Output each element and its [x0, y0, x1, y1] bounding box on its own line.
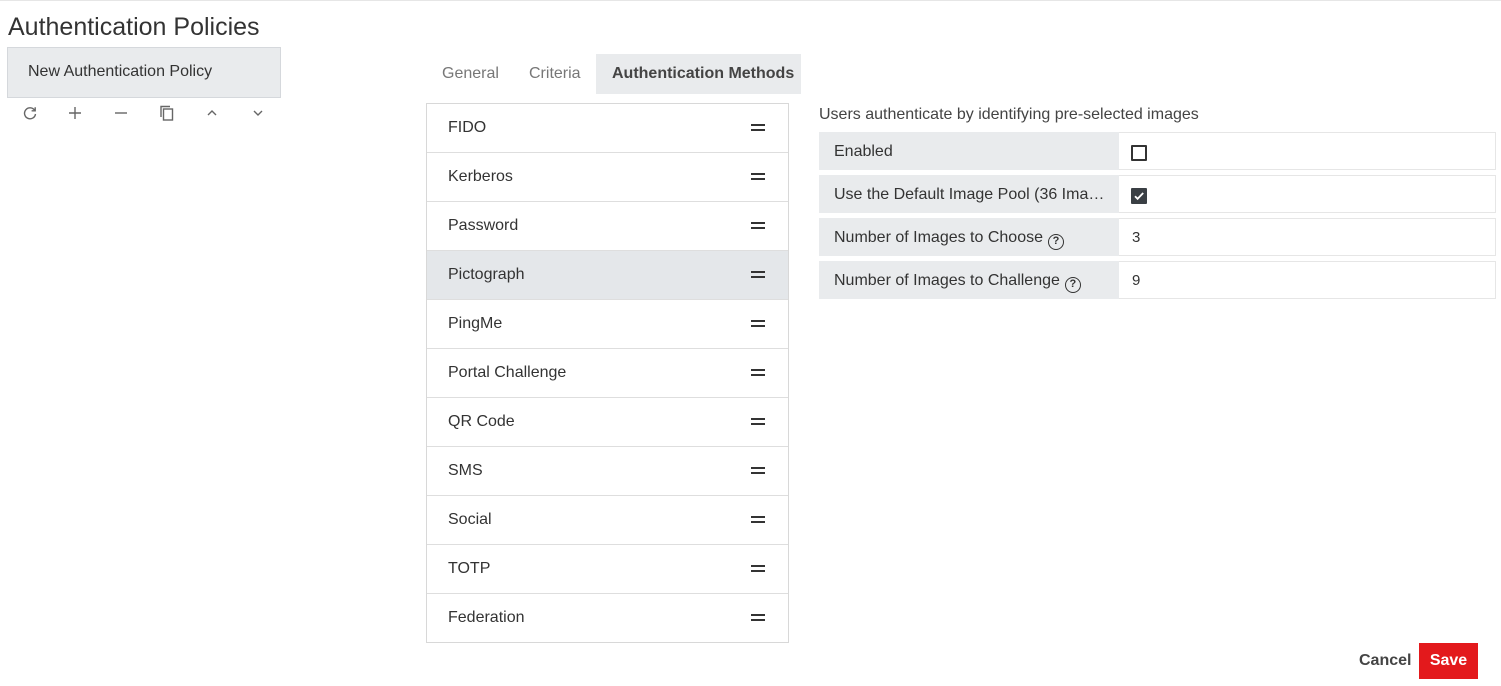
refresh-icon [23, 107, 37, 120]
method-label: Password [448, 217, 519, 234]
method-label: FIDO [448, 119, 487, 136]
method-row-totp[interactable]: TOTP [427, 545, 788, 594]
move-down-button[interactable] [245, 101, 271, 125]
setting-images-to-choose: Number of Images to Choose? 3 [819, 218, 1496, 256]
drag-handle-icon[interactable] [751, 222, 765, 229]
method-row-password[interactable]: Password [427, 202, 788, 251]
drag-handle-icon[interactable] [751, 467, 765, 474]
drag-handle-icon[interactable] [751, 320, 765, 327]
remove-button[interactable] [108, 101, 134, 125]
images-to-challenge-input[interactable]: 9 [1119, 261, 1496, 299]
setting-enabled: Enabled [819, 132, 1496, 170]
method-label: Portal Challenge [448, 364, 567, 381]
method-label: Kerberos [448, 168, 513, 185]
setting-label: Use the Default Image Pool (36 Ima… [819, 175, 1119, 213]
default-image-pool-checkbox[interactable] [1131, 188, 1147, 204]
help-icon[interactable]: ? [1064, 277, 1081, 293]
checkmark-icon [1134, 192, 1144, 201]
page-title: Authentication Policies [8, 13, 260, 41]
method-row-qr-code[interactable]: QR Code [427, 398, 788, 447]
method-row-portal-challenge[interactable]: Portal Challenge [427, 349, 788, 398]
policy-item-new-authentication-policy[interactable]: New Authentication Policy [7, 47, 281, 98]
method-row-fido[interactable]: FIDO [427, 104, 788, 153]
drag-handle-icon[interactable] [751, 614, 765, 621]
setting-label: Enabled [819, 132, 1119, 170]
method-row-pingme[interactable]: PingMe [427, 300, 788, 349]
drag-handle-icon[interactable] [751, 418, 765, 425]
add-icon [69, 107, 81, 119]
pictograph-settings: Enabled Use the Default Image Pool (36 I… [819, 132, 1496, 304]
drag-handle-icon[interactable] [751, 271, 765, 278]
refresh-button[interactable] [17, 101, 43, 125]
chevron-down-icon [253, 110, 263, 116]
cancel-button[interactable]: Cancel [1352, 644, 1418, 678]
chevron-up-icon [207, 110, 217, 116]
setting-default-image-pool: Use the Default Image Pool (36 Ima… [819, 175, 1496, 213]
drag-handle-icon[interactable] [751, 516, 765, 523]
setting-label-text: Use the Default Image Pool (36 Ima… [834, 186, 1105, 203]
method-label: Federation [448, 609, 525, 626]
drag-handle-icon[interactable] [751, 173, 765, 180]
help-icon[interactable]: ? [1048, 234, 1064, 250]
setting-label-text: Enabled [834, 143, 893, 160]
authentication-methods-list: FIDO Kerberos Password Pictograph PingMe… [426, 103, 789, 643]
policy-item-label: New Authentication Policy [28, 63, 213, 80]
method-row-federation[interactable]: Federation [427, 594, 788, 642]
tab-authentication-methods[interactable]: Authentication Methods [596, 54, 801, 94]
method-row-social[interactable]: Social [427, 496, 788, 545]
setting-label-text: Number of Images to Choose [834, 229, 1043, 246]
method-row-kerberos[interactable]: Kerberos [427, 153, 788, 202]
method-label: Social [448, 511, 492, 528]
tab-criteria[interactable]: Criteria [529, 54, 581, 94]
method-label: TOTP [448, 560, 491, 577]
setting-images-to-challenge: Number of Images to Challenge? 9 [819, 261, 1496, 299]
setting-value [1119, 132, 1496, 170]
tab-general[interactable]: General [442, 54, 499, 94]
method-label: PingMe [448, 315, 503, 332]
setting-value [1119, 175, 1496, 213]
setting-label: Number of Images to Challenge? [819, 261, 1119, 299]
setting-label-text: Number of Images to Challenge [834, 272, 1060, 289]
drag-handle-icon[interactable] [751, 369, 765, 376]
method-row-sms[interactable]: SMS [427, 447, 788, 496]
save-button[interactable]: Save [1419, 643, 1478, 679]
enabled-checkbox[interactable] [1131, 145, 1147, 161]
setting-label: Number of Images to Choose? [819, 218, 1119, 256]
method-label: SMS [448, 462, 483, 479]
method-description: Users authenticate by identifying pre-se… [819, 106, 1199, 123]
add-button[interactable] [62, 101, 88, 125]
copy-icon [160, 105, 174, 121]
method-row-pictograph[interactable]: Pictograph [427, 251, 788, 300]
copy-button[interactable] [154, 101, 180, 125]
remove-icon [115, 112, 127, 114]
method-label: Pictograph [448, 266, 525, 283]
method-label: QR Code [448, 413, 515, 430]
drag-handle-icon[interactable] [751, 565, 765, 572]
images-to-choose-input[interactable]: 3 [1119, 218, 1496, 256]
move-up-button[interactable] [199, 101, 225, 125]
drag-handle-icon[interactable] [751, 124, 765, 131]
